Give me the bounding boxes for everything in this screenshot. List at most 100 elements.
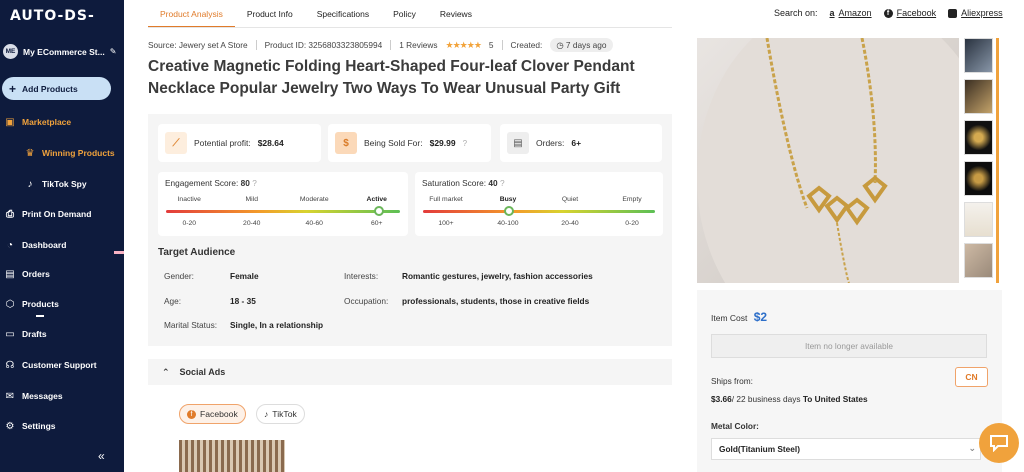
chat-button[interactable] <box>979 423 1019 463</box>
facebook-link-label: Facebook <box>896 8 937 18</box>
sidebar-item-orders[interactable]: ▤ Orders <box>4 268 50 280</box>
range-label: 60+ <box>370 220 383 227</box>
profit-label: Potential profit: <box>194 138 251 148</box>
tab-specifications[interactable]: Specifications <box>305 0 381 28</box>
facebook-link[interactable]: f Facebook <box>883 8 937 18</box>
sidebar-item-label: Customer Support <box>22 360 97 370</box>
ships-from-label: Ships from: <box>711 376 753 386</box>
social-ads-title: Social Ads <box>179 367 226 377</box>
thumbnail-strip <box>964 38 994 284</box>
sidebar-item-label: TikTok Spy <box>42 179 87 189</box>
tab-product-analysis[interactable]: Product Analysis <box>148 0 235 28</box>
sidebar-item-winning-products[interactable]: ♛ Winning Products <box>24 147 115 159</box>
saturation-bar <box>423 210 655 213</box>
orders-value: 6+ <box>571 138 582 148</box>
thumbnail[interactable] <box>964 79 993 114</box>
support-icon: ☊ <box>5 359 15 371</box>
level-label: Quiet <box>561 196 579 203</box>
unavailable-button[interactable]: Item no longer available <box>711 334 987 358</box>
tab-product-info[interactable]: Product Info <box>235 0 305 28</box>
sidebar-item-dashboard[interactable]: ◔ Dashboard <box>4 239 66 251</box>
sidebar: AUTO-DS- ME My ECommerce St... ✎ + Add P… <box>0 0 124 472</box>
marital-value: Single, In a relationship <box>230 320 324 330</box>
sidebar-item-messages[interactable]: ✉ Messages <box>4 390 63 402</box>
thumbnail[interactable] <box>964 202 993 237</box>
sidebar-item-tiktok-spy[interactable]: ♪ TikTok Spy <box>24 178 87 190</box>
sidebar-item-customer-support[interactable]: ☊ Customer Support <box>4 359 97 371</box>
engagement-label-text: Engagement Score: <box>165 178 239 188</box>
tab-policy[interactable]: Policy <box>381 0 428 28</box>
item-cost-label: Item Cost <box>711 313 748 323</box>
tab-reviews[interactable]: Reviews <box>428 0 484 28</box>
rating-value: 5 <box>488 40 494 50</box>
source-text: Source: Jewery set A Store <box>148 40 248 50</box>
metal-color-select[interactable]: Gold(Titanium Steel) ⌄ <box>711 438 981 460</box>
sidebar-item-print-on-demand[interactable]: ⎙ Print On Demand <box>4 208 91 220</box>
product-main-image[interactable] <box>697 38 959 283</box>
aliexpress-link[interactable]: Aliexpress <box>948 8 1003 18</box>
thumbnail[interactable] <box>964 243 993 278</box>
sidebar-edge-marker <box>114 251 124 254</box>
shipping-destination: To United States <box>802 394 868 404</box>
chevron-down-icon: ⌄ <box>968 443 976 453</box>
level-label: Full market <box>429 196 463 203</box>
thumbnail-scrollbar[interactable] <box>996 38 999 283</box>
store-selector[interactable]: ME My ECommerce St... ✎ <box>3 44 116 59</box>
sidebar-item-label: Orders <box>22 269 50 279</box>
facebook-icon: f <box>187 409 196 419</box>
gender-label: Gender: <box>164 271 194 281</box>
info-icon[interactable]: ? <box>463 139 467 148</box>
divider <box>255 40 257 50</box>
saturation-indicator <box>504 206 514 216</box>
product-tabs: Product Analysis Product Info Specificat… <box>148 0 484 28</box>
orders-icon: ▤ <box>5 268 15 280</box>
created-label: Created: <box>510 40 543 50</box>
edit-icon[interactable]: ✎ <box>110 47 117 56</box>
orders-card: ▤ Orders: 6+ <box>500 124 662 162</box>
dollar-icon: $ <box>335 132 357 154</box>
sidebar-item-products[interactable]: ⬡ Products <box>4 298 59 310</box>
occupation-value: professionals, students, those in creati… <box>402 296 590 306</box>
thumbnail[interactable] <box>964 120 993 155</box>
dashboard-icon: ◔ <box>6 239 14 251</box>
amazon-link-label: Amazon <box>838 8 872 18</box>
thumbnail[interactable] <box>964 38 993 73</box>
chevron-up-icon: ⌃ <box>162 366 170 377</box>
divider <box>501 40 503 50</box>
facebook-ads-tab[interactable]: f Facebook <box>179 404 246 424</box>
add-products-button[interactable]: + Add Products <box>2 77 111 100</box>
divider <box>390 40 392 50</box>
aliexpress-icon <box>948 8 958 18</box>
level-label-active: Busy <box>499 196 517 203</box>
amazon-link[interactable]: a Amazon <box>830 8 872 18</box>
info-icon[interactable]: ? <box>252 178 257 188</box>
clock-icon: ◷ <box>556 40 564 50</box>
ships-from-cn-button[interactable]: CN <box>955 367 988 387</box>
product-id: Product ID: 3256803323805994 <box>264 40 383 50</box>
tiktok-ads-tab[interactable]: ♪ TikTok <box>256 404 305 424</box>
info-icon[interactable]: ? <box>500 178 505 188</box>
created-value: 7 days ago <box>565 40 607 50</box>
tiktok-tab-label: TikTok <box>272 409 297 419</box>
amazon-icon: a <box>829 8 835 18</box>
engagement-label: Engagement Score: 80 ? <box>165 178 257 188</box>
autods-logo[interactable]: AUTO-DS- <box>10 8 95 24</box>
sidebar-item-marketplace[interactable]: ▣ Marketplace <box>4 116 71 128</box>
gear-icon: ⚙ <box>5 420 15 432</box>
saturation-value: 40 <box>488 178 498 188</box>
store-avatar: ME <box>3 44 18 59</box>
level-label: Moderate <box>299 196 329 203</box>
saturation-label-text: Saturation Score: <box>422 178 487 188</box>
facebook-tab-label: Facebook <box>200 409 238 419</box>
level-label-active: Active <box>366 196 387 203</box>
social-ads-header[interactable]: ⌃ Social Ads <box>148 359 672 385</box>
ad-thumbnail[interactable] <box>179 440 285 472</box>
box-icon: ⬡ <box>5 298 15 310</box>
range-label: 40-60 <box>305 220 323 227</box>
sidebar-item-settings[interactable]: ⚙ Settings <box>4 420 56 432</box>
thumbnail[interactable] <box>964 161 993 196</box>
sidebar-item-drafts[interactable]: ▭ Drafts <box>4 328 46 340</box>
active-indicator <box>36 315 44 317</box>
range-label: 40-100 <box>497 220 519 227</box>
collapse-sidebar-icon[interactable]: « <box>98 449 105 463</box>
